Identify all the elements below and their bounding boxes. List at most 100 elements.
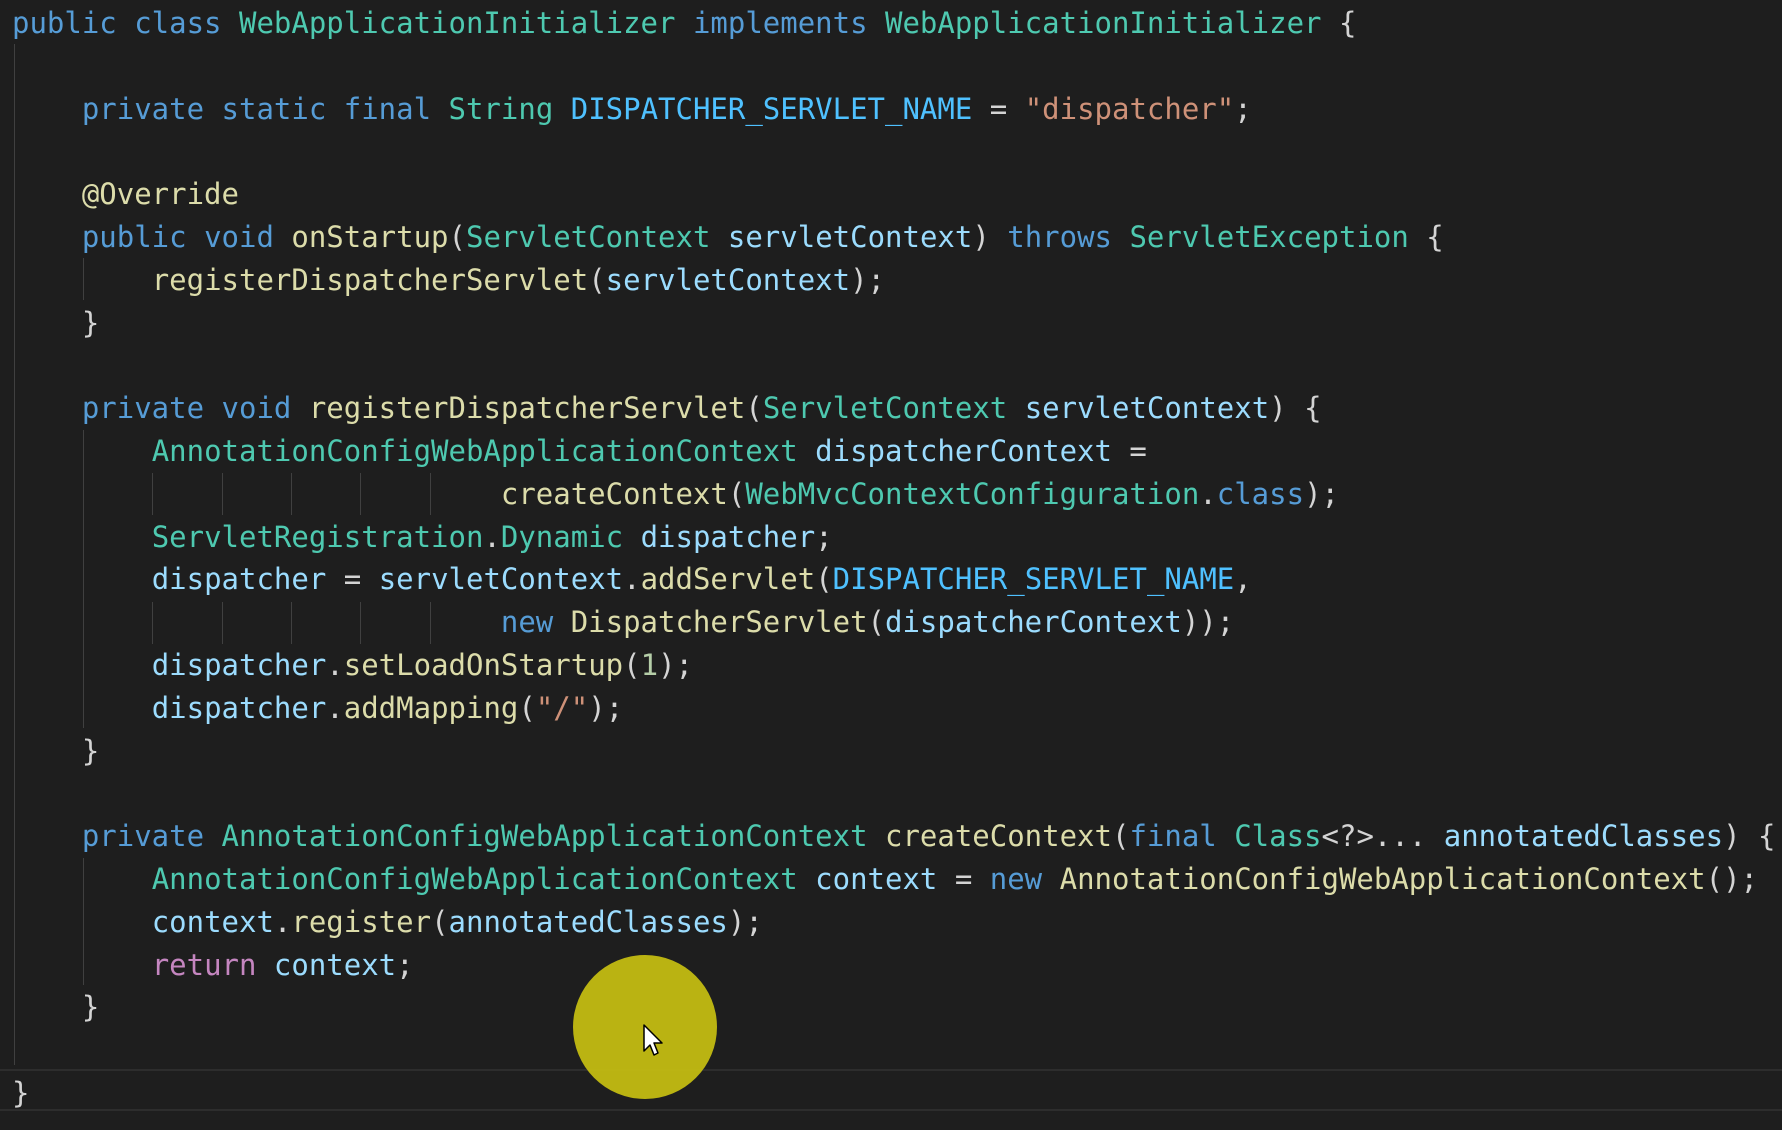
code-token: . (326, 690, 344, 725)
code-token: context (273, 947, 397, 982)
code-token: WebApplicationInitializer (885, 6, 1339, 40)
code-token: onStartup (291, 220, 449, 254)
code-token: final (343, 91, 449, 126)
code-token: )); (1181, 605, 1235, 640)
code-token: servletContext (605, 262, 851, 297)
code-token: } (12, 305, 100, 340)
code-token: ; (396, 947, 414, 982)
code-token: context (815, 862, 938, 896)
code-token: setLoadOnStartup (343, 648, 624, 682)
code-token: ( (867, 605, 885, 640)
code-token: void (204, 220, 292, 254)
code-token: dispatcherContext (885, 605, 1182, 640)
code-line[interactable]: public class WebApplicationInitializer i… (12, 2, 1356, 44)
code-line[interactable]: dispatcher = servletContext.addServlet(D… (12, 558, 1252, 600)
code-token: ) (972, 220, 1008, 254)
code-line[interactable]: dispatcher.addMapping("/"); (12, 687, 623, 729)
code-line[interactable]: AnnotationConfigWebApplicationContext di… (12, 430, 1147, 472)
code-line[interactable]: return context; (12, 944, 414, 986)
code-token: class (134, 6, 239, 40)
code-token: . (1199, 476, 1217, 511)
code-line[interactable]: context.register(annotatedClasses); (12, 901, 763, 943)
code-token: , (1234, 562, 1252, 597)
code-line[interactable]: } (12, 986, 99, 1028)
code-line[interactable]: registerDispatcherServlet(servletContext… (12, 259, 885, 301)
code-token: } (12, 990, 100, 1025)
code-token: ( (727, 476, 746, 511)
code-token: . (483, 519, 501, 554)
code-token: (); (1705, 862, 1759, 896)
code-token: servletContext (1024, 391, 1270, 426)
code-token: dispatcher (151, 690, 327, 725)
code-line[interactable]: private static final String DISPATCHER_S… (12, 88, 1252, 130)
code-token: ); (850, 262, 886, 297)
code-token: } (12, 1076, 30, 1110)
code-token: DISPATCHER_SERVLET_NAME (832, 562, 1235, 597)
code-line[interactable]: public void onStartup(ServletContext ser… (12, 216, 1444, 258)
code-line[interactable]: private void registerDispatcherServlet(S… (12, 387, 1322, 429)
code-line[interactable]: @Override (12, 173, 239, 215)
code-token: servletContext (727, 220, 973, 254)
code-token: return (151, 947, 274, 982)
code-token: = (972, 91, 1025, 126)
code-token: context (151, 904, 274, 939)
code-token: AnnotationConfigWebApplicationContext (221, 819, 885, 854)
code-line[interactable]: createContext(WebMvcContextConfiguration… (12, 473, 1339, 515)
code-line[interactable]: } (12, 730, 99, 772)
code-token: ( (431, 904, 449, 939)
code-token: new (989, 862, 1060, 896)
code-token: DispatcherServlet (570, 605, 868, 640)
code-token: registerDispatcherServlet (151, 262, 589, 297)
code-token: AnnotationConfigWebApplicationContext (151, 434, 816, 468)
code-editor[interactable]: public class WebApplicationInitializer i… (0, 0, 1782, 1130)
code-token: static (221, 91, 344, 126)
code-token: final (1129, 819, 1235, 854)
code-token: ( (518, 690, 536, 725)
code-token: = (326, 562, 379, 597)
code-token: throws (1007, 220, 1130, 254)
code-token: ( (815, 562, 833, 597)
code-line[interactable]: new DispatcherServlet(dispatcherContext)… (12, 601, 1234, 643)
code-token: ; (815, 519, 833, 554)
code-token: WebApplicationInitializer (238, 6, 693, 40)
code-token: { (1338, 6, 1357, 40)
code-token: ServletRegistration (151, 519, 484, 554)
code-token: ); (588, 690, 624, 725)
code-token: ); (727, 904, 763, 939)
code-token: void (221, 391, 309, 426)
code-token: AnnotationConfigWebApplicationContext (151, 862, 816, 896)
code-token: addServlet (640, 562, 816, 597)
code-line[interactable]: ServletRegistration.Dynamic dispatcher; (12, 516, 833, 558)
code-token: @Override (81, 177, 239, 212)
code-token: private (81, 91, 222, 126)
code-token: annotatedClasses (448, 904, 728, 939)
code-token: . (623, 562, 641, 597)
code-token: dispatcher (640, 519, 816, 554)
code-token: = (1111, 434, 1147, 468)
code-token: public (81, 220, 205, 254)
code-line[interactable]: } (12, 302, 99, 344)
code-line[interactable]: private AnnotationConfigWebApplicationCo… (12, 815, 1776, 857)
code-token: private (81, 819, 222, 854)
code-line[interactable]: } (12, 1072, 29, 1114)
code-token: ( (623, 648, 641, 682)
code-line[interactable]: dispatcher.setLoadOnStartup(1); (12, 644, 693, 686)
code-token: } (12, 733, 100, 768)
code-token: addMapping (343, 690, 519, 725)
code-token: Class (1234, 819, 1322, 854)
code-token: DISPATCHER_SERVLET_NAME (570, 91, 973, 126)
code-line[interactable]: AnnotationConfigWebApplicationContext co… (12, 858, 1758, 900)
code-token: String (448, 91, 571, 126)
code-token: register (291, 904, 432, 939)
